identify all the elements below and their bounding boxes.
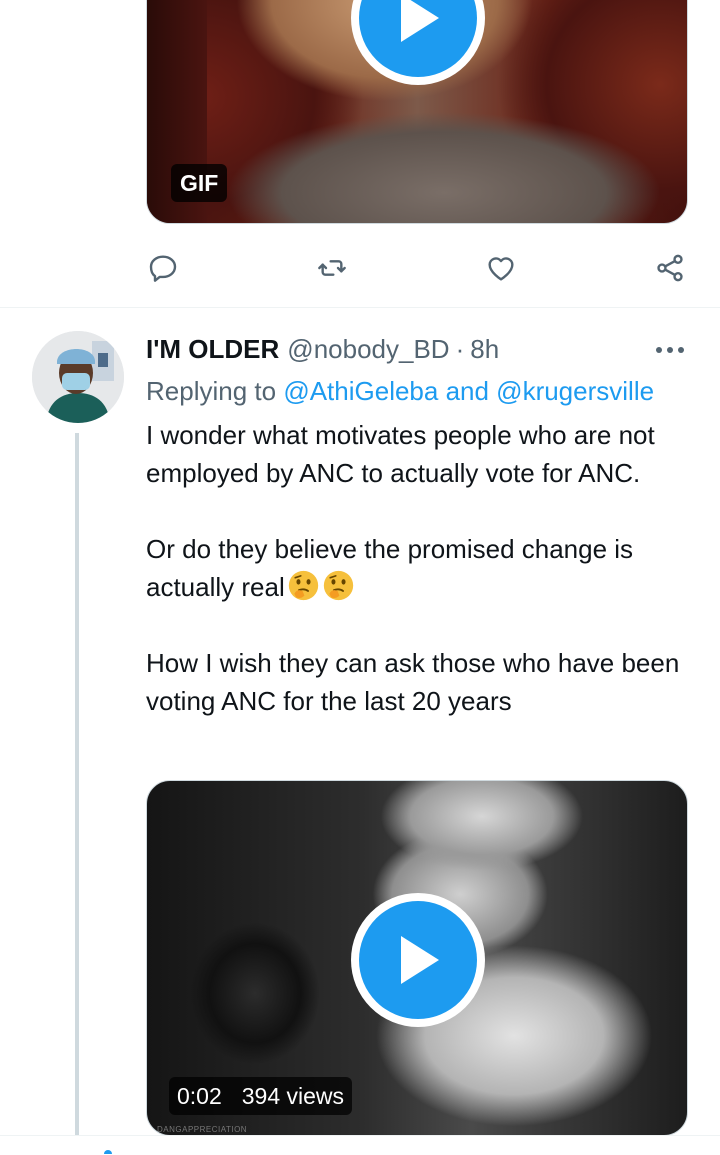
tweet-paragraph-2-text: Or do they believe the promised change i… bbox=[146, 534, 634, 602]
video-watermark: DANGAPPRECIATION bbox=[157, 1125, 248, 1134]
video-views: 394 views bbox=[241, 1083, 345, 1109]
previous-tweet-gif[interactable]: GIF bbox=[146, 0, 688, 224]
more-icon bbox=[656, 347, 684, 353]
replying-to: Replying to @AthiGeleba and @krugersvill… bbox=[146, 376, 654, 407]
avatar-image bbox=[32, 331, 124, 423]
thinking-face-icon bbox=[323, 570, 353, 601]
nav-indicator bbox=[104, 1150, 112, 1154]
tweet-actions bbox=[0, 248, 720, 288]
tweet-paragraph-3: How I wish they can ask those who have b… bbox=[146, 648, 680, 716]
reply-button[interactable] bbox=[143, 248, 183, 288]
like-button[interactable] bbox=[481, 248, 521, 288]
video-duration: 0:02 bbox=[177, 1083, 222, 1109]
thinking-face-icon bbox=[288, 570, 318, 601]
avatar[interactable] bbox=[32, 331, 124, 423]
user-handle[interactable]: @nobody_BD bbox=[287, 334, 449, 365]
share-icon bbox=[657, 254, 683, 282]
gif-badge: GIF bbox=[171, 164, 228, 202]
retweet-button[interactable] bbox=[312, 248, 352, 288]
header-separator: · bbox=[455, 334, 465, 364]
tweet-time[interactable]: 8h bbox=[470, 334, 499, 365]
heart-icon bbox=[488, 257, 514, 281]
share-button[interactable] bbox=[650, 248, 690, 288]
thread-line bbox=[75, 433, 79, 1135]
gif-play-button[interactable] bbox=[351, 0, 485, 85]
play-icon bbox=[359, 0, 477, 77]
tweet-video[interactable]: 0:02 394 views DANGAPPRECIATION bbox=[146, 780, 688, 1136]
play-icon bbox=[359, 901, 477, 1019]
video-meta-badge: 0:02 394 views bbox=[169, 1077, 353, 1115]
more-options-button[interactable] bbox=[652, 336, 688, 364]
tweet-paragraph-2: Or do they believe the promised change i… bbox=[146, 530, 691, 606]
display-name[interactable]: I'M OLDER bbox=[146, 334, 279, 365]
tweet-paragraph-1: I wonder what motivates people who are n… bbox=[146, 420, 655, 488]
retweet-icon bbox=[318, 260, 346, 276]
video-play-button[interactable] bbox=[351, 893, 485, 1027]
tweet-header: I'M OLDER @nobody_BD · 8h bbox=[146, 334, 499, 368]
replying-users-link[interactable]: @AthiGeleba and @krugersville bbox=[283, 376, 654, 406]
replying-prefix: Replying to bbox=[146, 376, 277, 406]
tweet-divider bbox=[0, 307, 720, 308]
tweet-body: I wonder what motivates people who are n… bbox=[146, 416, 691, 720]
reply-icon bbox=[149, 255, 177, 282]
